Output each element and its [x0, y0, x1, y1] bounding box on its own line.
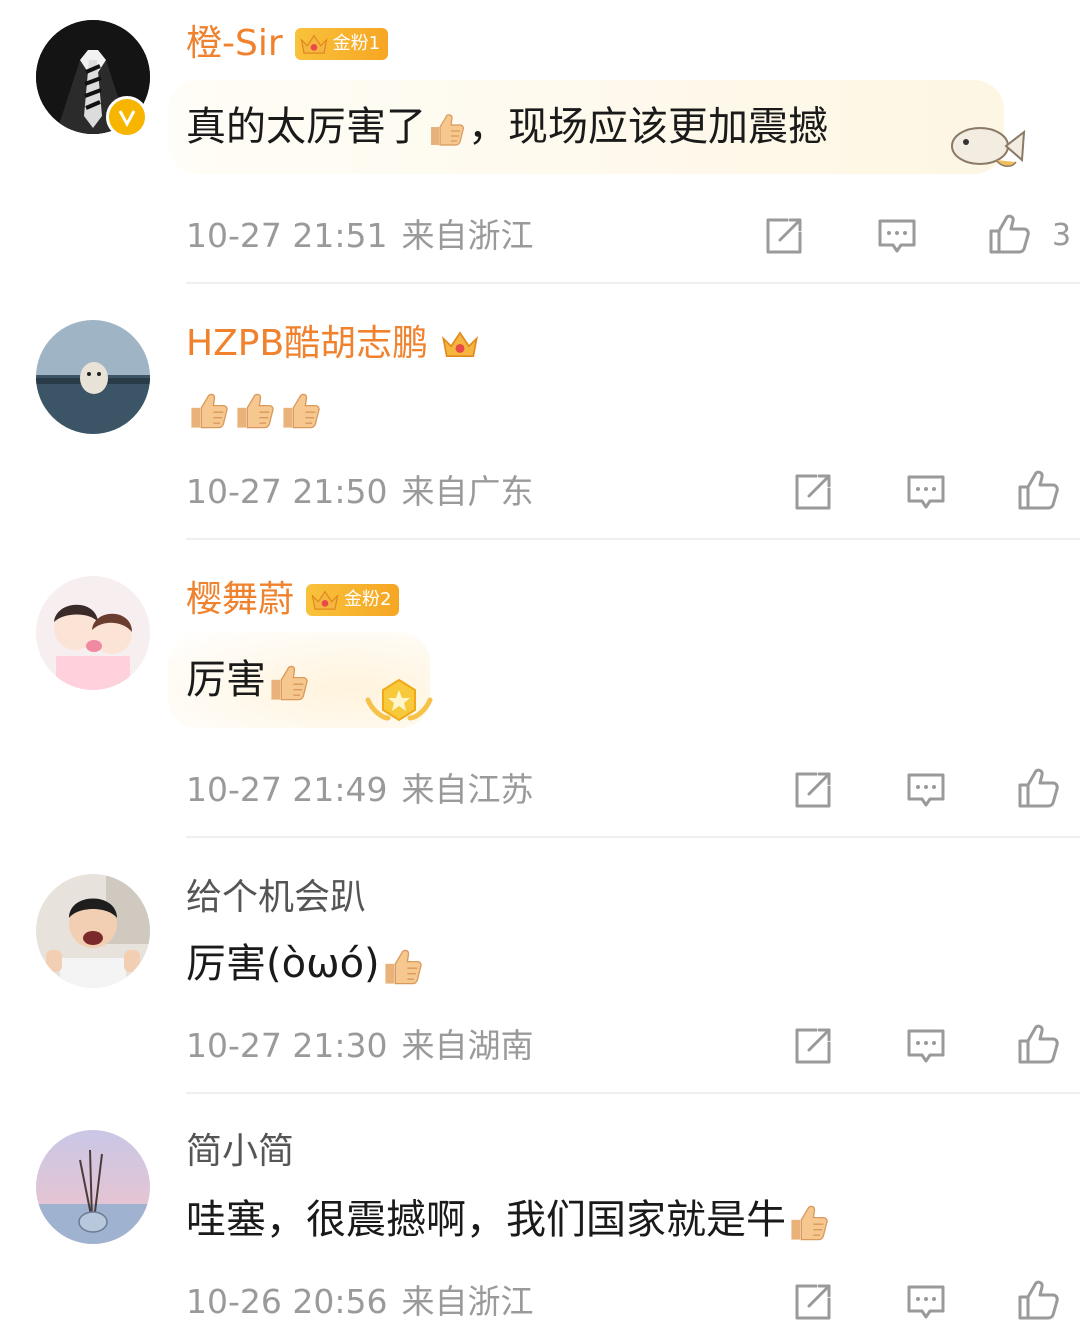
share-button[interactable] [791, 470, 835, 514]
avatar[interactable] [36, 576, 150, 690]
comment-bubble: 真的太厉害了 ，现场应该更加震撼 [168, 80, 1026, 174]
like-button[interactable] [1016, 468, 1060, 512]
thumbs-up-icon [1016, 1278, 1060, 1322]
medal-decoration-icon [365, 678, 433, 722]
comment-text-part: 厉害(òωó) [186, 941, 380, 987]
like-count: 3 [1052, 218, 1072, 253]
timestamp: 10-27 21:51 [186, 216, 388, 255]
username[interactable]: 简小简 [186, 1128, 294, 1176]
name-row: 橙-Sir 金粉1 [186, 20, 389, 68]
fan-badge-label: 金粉2 [344, 589, 392, 610]
comment-icon [875, 214, 919, 258]
reply-button[interactable] [904, 1024, 948, 1068]
comment-item: 简小简 哇塞，很震撼啊，我们国家就是牛 10-26 20:56 来自浙江 [0, 1094, 1080, 1326]
location: 来自广东 [401, 472, 534, 511]
like-button[interactable] [987, 212, 1031, 256]
like-button[interactable] [1016, 766, 1060, 810]
thumbs-up-icon [1016, 766, 1060, 810]
comment-text-part: ，现场应该更加震撼 [468, 104, 828, 150]
comment-icon [904, 768, 948, 812]
share-icon [762, 214, 806, 258]
comment-text-part: 哇塞，很震撼啊，我们国家就是牛 [186, 1197, 786, 1243]
name-row: 樱舞蔚 金粉2 [186, 576, 400, 624]
avatar[interactable] [36, 874, 150, 988]
name-row: HZPB酷胡志鹏 [186, 320, 480, 368]
like-button[interactable] [1016, 1278, 1060, 1322]
fan-badge-label: 金粉1 [332, 33, 381, 54]
comment-item: 橙-Sir 金粉1 真的太厉害了 ，现场应该更加震撼 10-27 21:51 来自浙… [0, 0, 1080, 284]
timestamp: 10-27 21:30 [186, 1026, 388, 1065]
comment-meta: 10-27 21:51 来自浙江 [186, 214, 533, 258]
thumbs-up-emoji [787, 1200, 831, 1244]
comment-meta: 10-26 20:56 来自浙江 [186, 1280, 533, 1324]
comment-list: 橙-Sir 金粉1 真的太厉害了 ，现场应该更加震撼 10-27 21:51 来自浙… [0, 0, 1080, 1326]
crown-icon [440, 327, 480, 361]
location: 来自江苏 [401, 770, 534, 809]
comment-meta: 10-27 21:30 来自湖南 [186, 1024, 533, 1068]
name-row: 给个机会趴 [186, 874, 366, 922]
username[interactable]: HZPB酷胡志鹏 [186, 320, 428, 368]
thumbs-up-emoji [267, 660, 311, 704]
comment-text-part: 真的太厉害了 [186, 104, 426, 150]
avatar[interactable] [36, 1130, 150, 1244]
fish-decoration-icon [951, 127, 1026, 167]
comment-bubble: 厉害(òωó) [168, 932, 444, 996]
reply-button[interactable] [904, 1280, 948, 1324]
like-button[interactable] [1016, 1022, 1060, 1066]
avatar[interactable] [36, 320, 150, 434]
username[interactable]: 橙-Sir [186, 20, 283, 68]
crown-icon [299, 31, 329, 57]
share-icon [791, 768, 835, 812]
comment-item: HZPB酷胡志鹏 10-27 21:50 来自广东 [0, 284, 1080, 540]
comment-icon [904, 1024, 948, 1068]
comment-text [186, 380, 324, 436]
share-button[interactable] [791, 768, 835, 812]
name-row: 简小简 [186, 1128, 294, 1176]
share-button[interactable] [762, 214, 806, 258]
username[interactable]: 樱舞蔚 [186, 576, 294, 624]
location: 来自湖南 [401, 1026, 534, 1065]
comment-bubble: 哇塞，很震撼啊，我们国家就是牛 [168, 1188, 850, 1252]
verified-icon [106, 96, 148, 138]
timestamp: 10-27 21:49 [186, 770, 388, 809]
thumbs-up-icon [1016, 468, 1060, 512]
thumbs-up-emoji [279, 388, 323, 432]
comment-text: 厉害 [186, 652, 312, 708]
comment-item: 给个机会趴 厉害(òωó) 10-27 21:30 来自湖南 [0, 838, 1080, 1094]
timestamp: 10-26 20:56 [186, 1282, 388, 1321]
thumbs-up-emoji [427, 109, 467, 149]
share-button[interactable] [791, 1024, 835, 1068]
reply-button[interactable] [904, 768, 948, 812]
location: 来自浙江 [401, 1282, 534, 1321]
reply-button[interactable] [904, 470, 948, 514]
comment-text: 真的太厉害了 ，现场应该更加震撼 [186, 99, 828, 155]
timestamp: 10-27 21:50 [186, 472, 388, 511]
reply-button[interactable] [875, 214, 919, 258]
share-icon [791, 470, 835, 514]
comment-bubble: 厉害 [168, 632, 433, 728]
thumbs-up-icon [1016, 1022, 1060, 1066]
fan-badge: 金粉1 [294, 28, 389, 60]
username[interactable]: 给个机会趴 [186, 874, 366, 922]
share-button[interactable] [791, 1280, 835, 1324]
crown-icon [310, 587, 340, 613]
share-icon [791, 1024, 835, 1068]
comment-text: 厉害(òωó) [186, 936, 426, 992]
location: 来自浙江 [401, 216, 534, 255]
fan-badge: 金粉2 [306, 584, 400, 616]
thumbs-up-emoji [187, 388, 231, 432]
comment-icon [904, 1280, 948, 1324]
comment-item: 樱舞蔚 金粉2 厉害 10-27 21:49 来自江苏 [0, 540, 1080, 838]
thumbs-up-emoji [381, 944, 425, 988]
comment-text-part: 厉害 [186, 657, 266, 703]
thumbs-up-emoji [233, 388, 277, 432]
thumbs-up-icon [987, 212, 1031, 256]
comment-icon [904, 470, 948, 514]
comment-bubble [168, 376, 342, 440]
share-icon [791, 1280, 835, 1324]
comment-meta: 10-27 21:49 来自江苏 [186, 768, 533, 812]
comment-text: 哇塞，很震撼啊，我们国家就是牛 [186, 1192, 832, 1248]
comment-meta: 10-27 21:50 来自广东 [186, 470, 533, 514]
